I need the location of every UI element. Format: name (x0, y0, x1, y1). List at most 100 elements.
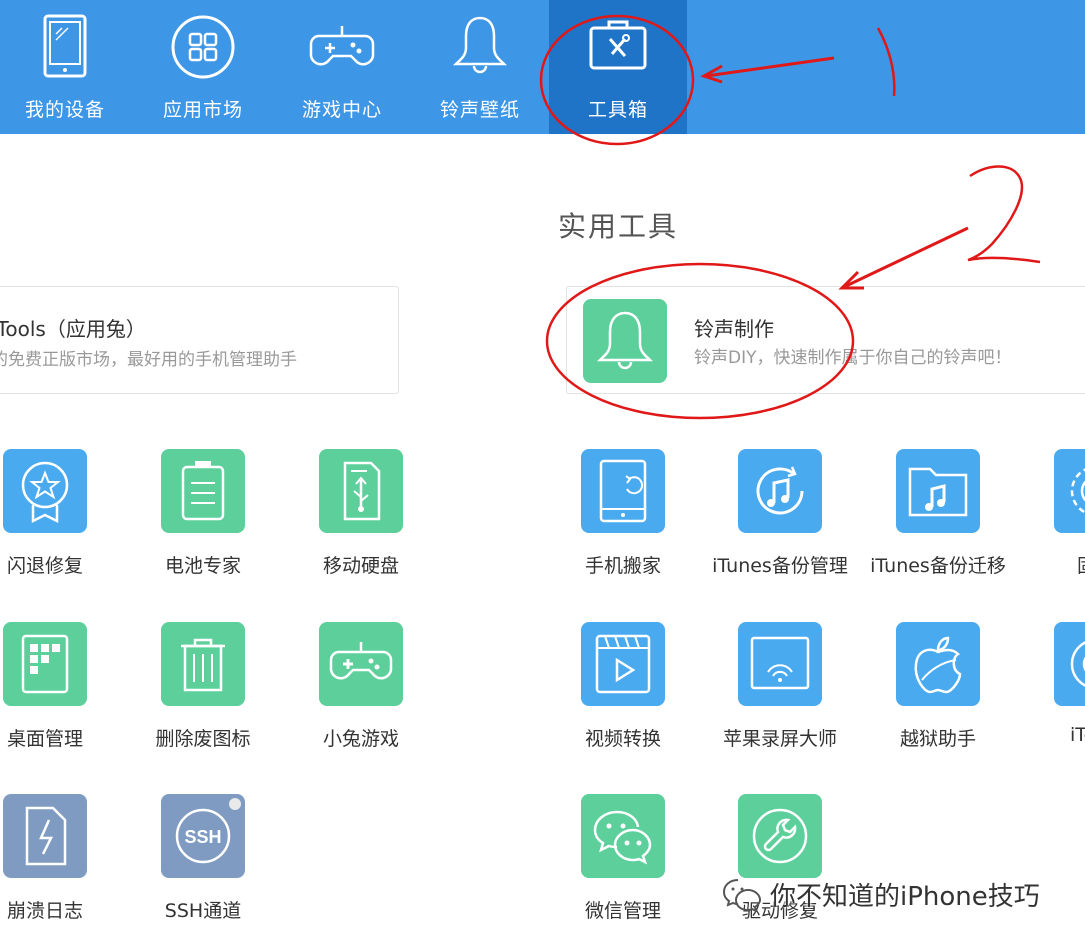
tool-tile (581, 449, 665, 533)
tool-crash-fix[interactable]: 闪退修复 (0, 449, 124, 589)
tool-label: iTunes备份迁移 (870, 555, 1006, 577)
tool-label: 闪退修复 (6, 555, 83, 577)
tool-label: 删除废图标 (155, 728, 251, 750)
nav-label: 我的设备 (24, 99, 105, 121)
bell-icon (596, 311, 654, 370)
tool-label: 小兔游戏 (322, 728, 399, 750)
phone-migrate-icon (599, 459, 647, 523)
feature-card-ringtone[interactable]: 铃声制作 铃声DIY，快速制作属于你自己的铃声吧！ (566, 286, 1085, 394)
battery-icon (181, 461, 225, 521)
wechat-logo-icon (722, 879, 762, 912)
toolbox-icon (589, 20, 647, 70)
nav-label: 铃声壁纸 (439, 99, 520, 121)
tool-tile (581, 794, 665, 878)
nav-label: 工具箱 (587, 99, 648, 121)
annotation-number-2 (967, 165, 1041, 264)
card-title: 铃声制作 (694, 317, 774, 341)
tool-tile (3, 622, 87, 706)
tool-label: 越狱助手 (899, 728, 976, 750)
tablet-icon (43, 14, 87, 78)
ringtone-card-icon (583, 299, 667, 383)
nav-game-center[interactable]: 游戏中心 (273, 0, 411, 134)
nav-app-market[interactable]: 应用市场 (134, 0, 272, 134)
tool-itunes-backup-migrate[interactable]: iTunes备份迁移 (859, 449, 1017, 589)
section-title: 实用工具 (558, 210, 679, 243)
tool-label: iTunes备份管理 (712, 555, 848, 577)
tool-tile (738, 794, 822, 878)
itools-icon (1070, 641, 1085, 687)
tool-phone-migrate[interactable]: 手机搬家 (544, 449, 702, 589)
watermark-text: 你不知道的iPhone技巧 (770, 881, 1040, 912)
tool-crash-log[interactable]: 崩溃日志 (0, 794, 124, 934)
tool-firmware[interactable]: 固件 (1017, 449, 1085, 589)
card-desc: 铃声DIY，快速制作属于你自己的铃声吧！ (694, 348, 1012, 368)
tool-tile (896, 449, 980, 533)
tool-tile: SSH (161, 794, 245, 878)
tool-tile (1054, 449, 1085, 533)
tool-label: SSH通道 (164, 900, 242, 922)
tool-label: iTools (1069, 724, 1085, 746)
tool-delete-icons[interactable]: 删除废图标 (124, 622, 282, 762)
gamepad-icon (329, 642, 393, 680)
tool-label: 移动硬盘 (322, 555, 399, 577)
tool-bunny-games[interactable]: 小兔游戏 (282, 622, 440, 762)
video-icon (595, 634, 651, 694)
gamepad-icon (309, 26, 375, 66)
nav-ringtone-wallpaper[interactable]: 铃声壁纸 (411, 0, 549, 134)
watermark: 你不知道的iPhone技巧 (722, 872, 1040, 916)
tool-tile (3, 449, 87, 533)
award-star-icon (21, 461, 69, 524)
apple-icon (914, 636, 962, 694)
nav-label: 游戏中心 (301, 99, 382, 121)
music-sync-icon (756, 466, 804, 515)
usb-drive-icon (343, 461, 381, 521)
tool-label: 固件 (1017, 551, 1085, 578)
feature-card-itools[interactable]: iTools（应用兔） 的免费正版市场，最好用的手机管理助手 (0, 286, 399, 394)
wechat-icon (593, 810, 652, 865)
tool-label: 视频转换 (584, 728, 661, 750)
annotation-arrow-2 (845, 226, 969, 288)
tool-itunes-backup-manage[interactable]: iTunes备份管理 (701, 449, 859, 589)
tool-label: 电池专家 (164, 555, 241, 577)
card-title: iTools（应用兔） (0, 317, 146, 341)
top-nav: 我的设备 应用市场 游戏中心 铃声壁纸 工具箱 (0, 0, 1085, 134)
tool-screen-record[interactable]: 苹果录屏大师 (701, 622, 859, 762)
gear-icon (1070, 468, 1085, 514)
nav-label: 应用市场 (162, 99, 243, 121)
tool-mobile-disk[interactable]: 移动硬盘 (282, 449, 440, 589)
tool-tile (319, 622, 403, 706)
tool-tile (1054, 622, 1085, 706)
nav-toolbox[interactable]: 工具箱 (549, 0, 687, 134)
tool-desktop-manage[interactable]: 桌面管理 (0, 622, 124, 762)
bell-icon (452, 16, 508, 74)
new-indicator-dot (229, 798, 241, 810)
tool-tile (738, 449, 822, 533)
tool-tile (3, 794, 87, 878)
tool-label: 苹果录屏大师 (722, 728, 837, 750)
screen-cast-icon (750, 636, 810, 690)
tool-itools[interactable]: iTools (1017, 622, 1085, 762)
tool-tile (319, 449, 403, 533)
tool-tile (896, 622, 980, 706)
ssh-badge-text: SSH (184, 827, 221, 847)
desktop-grid-icon (21, 634, 69, 694)
tool-label: 手机搬家 (584, 555, 661, 577)
wrench-icon (752, 808, 808, 864)
apps-grid-icon (171, 15, 235, 79)
crash-log-icon (25, 806, 67, 866)
nav-my-device[interactable]: 我的设备 (0, 0, 134, 134)
tool-tile (581, 622, 665, 706)
tool-ssh-tunnel[interactable]: SSH SSH通道 (124, 794, 282, 934)
card-desc: 的免费正版市场，最好用的手机管理助手 (0, 350, 297, 370)
tool-wechat-manage[interactable]: 微信管理 (544, 794, 702, 934)
tool-tile (738, 622, 822, 706)
music-folder-icon (908, 467, 968, 517)
tool-label: 微信管理 (584, 900, 661, 922)
tool-label: 桌面管理 (6, 728, 83, 750)
tool-battery-expert[interactable]: 电池专家 (124, 449, 282, 589)
tool-tile (161, 622, 245, 706)
tool-tile (161, 449, 245, 533)
tool-jailbreak-helper[interactable]: 越狱助手 (859, 622, 1017, 762)
tool-video-convert[interactable]: 视频转换 (544, 622, 702, 762)
tool-label: 崩溃日志 (6, 900, 83, 922)
